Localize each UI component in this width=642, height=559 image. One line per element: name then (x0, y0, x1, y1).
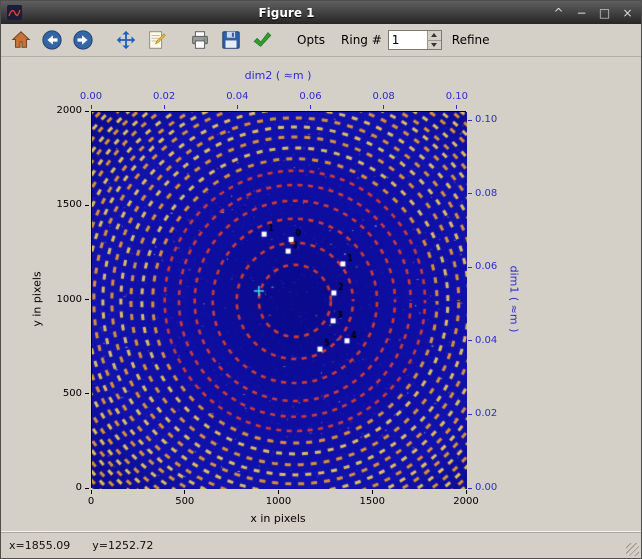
right-tick-mark (468, 340, 472, 341)
right-tick-mark (468, 267, 472, 268)
edit-parameters-button[interactable] (143, 27, 170, 54)
pan-move-icon (115, 29, 137, 51)
plot-canvas[interactable] (92, 112, 467, 489)
x-tick-label: 2000 (446, 496, 486, 507)
right-tick-label: 0.06 (475, 261, 509, 272)
right-tick-label: 0.00 (475, 482, 509, 493)
y-tick-label: 2000 (35, 105, 82, 116)
y-tick-label: 1000 (35, 294, 82, 305)
x-tick-mark (278, 490, 279, 494)
maximize-button[interactable]: □ (597, 4, 612, 22)
top-tick-mark (91, 105, 92, 109)
spinbox-arrows (427, 31, 441, 49)
spin-up-button[interactable] (428, 31, 441, 40)
top-tick-mark (164, 105, 165, 109)
back-arrow-icon (41, 29, 63, 51)
x-axis-label: x in pixels (250, 512, 305, 525)
floppy-save-icon (220, 29, 242, 51)
top-tick-label: 0.10 (437, 91, 477, 102)
top-tick-label: 0.04 (217, 91, 257, 102)
window-title: Figure 1 (28, 6, 545, 20)
x-tick-mark (91, 490, 92, 494)
y-tick-mark (85, 393, 89, 394)
top-tick-label: 0.06 (291, 91, 331, 102)
y-tick-mark (85, 111, 89, 112)
minimize-button[interactable]: − (574, 4, 589, 22)
plot-axes (91, 111, 466, 488)
y-tick-mark (85, 205, 89, 206)
ring-number-input[interactable] (389, 31, 427, 49)
top-tick-mark (383, 105, 384, 109)
y-tick-label: 0 (35, 482, 82, 493)
green-check-icon (251, 29, 273, 51)
x-tick-label: 500 (165, 496, 205, 507)
right-tick-label: 0.04 (475, 335, 509, 346)
refine-button[interactable]: Refine (446, 33, 496, 47)
ring-number-label: Ring # (335, 33, 384, 47)
right-axis-label: dim1 ( ≈m ) (508, 266, 521, 333)
x-tick-label: 0 (71, 496, 111, 507)
right-tick-mark (468, 193, 472, 194)
right-tick-mark (468, 488, 472, 489)
top-tick-label: 0.00 (71, 91, 111, 102)
matplotlib-app-icon (7, 5, 22, 20)
save-button[interactable] (217, 27, 244, 54)
window-controls: ^ − □ × (551, 4, 635, 22)
right-tick-label: 0.02 (475, 408, 509, 419)
y-tick-mark (85, 299, 89, 300)
pan-button[interactable] (112, 27, 139, 54)
cursor-x-readout: x=1855.09 (9, 539, 70, 552)
apply-button[interactable] (248, 27, 275, 54)
x-tick-mark (466, 490, 467, 494)
opts-button[interactable]: Opts (291, 33, 331, 47)
back-button[interactable] (38, 27, 65, 54)
top-tick-mark (310, 105, 311, 109)
right-tick-mark (468, 414, 472, 415)
forward-arrow-icon (72, 29, 94, 51)
home-icon (10, 29, 32, 51)
right-tick-label: 0.10 (475, 114, 509, 125)
y-tick-label: 500 (35, 388, 82, 399)
spin-up-icon (431, 33, 437, 37)
x-tick-mark (184, 490, 185, 494)
ring-number-spinbox (388, 30, 442, 50)
x-tick-mark (372, 490, 373, 494)
top-axis-label: dim2 ( ≈m ) (245, 69, 312, 82)
top-tick-label: 0.08 (364, 91, 404, 102)
x-tick-label: 1500 (352, 496, 392, 507)
y-tick-label: 1500 (35, 199, 82, 210)
top-tick-label: 0.02 (144, 91, 184, 102)
right-tick-mark (468, 120, 472, 121)
top-tick-mark (237, 105, 238, 109)
print-button[interactable] (186, 27, 213, 54)
x-tick-label: 1000 (259, 496, 299, 507)
status-bar: x=1855.09 y=1252.72 (1, 531, 641, 558)
printer-icon (189, 29, 211, 51)
forward-button[interactable] (69, 27, 96, 54)
spin-down-button[interactable] (428, 40, 441, 50)
close-button[interactable]: × (620, 4, 635, 22)
title-bar[interactable]: Figure 1 ^ − □ × (1, 1, 641, 24)
shade-window-button[interactable]: ^ (551, 4, 566, 22)
resize-grip[interactable] (626, 543, 639, 556)
figure-window: Figure 1 ^ − □ × (0, 0, 642, 559)
edit-note-icon (146, 29, 168, 51)
toolbar: Opts Ring # Refine (1, 24, 641, 57)
home-button[interactable] (7, 27, 34, 54)
cursor-y-readout: y=1252.72 (92, 539, 153, 552)
figure-canvas-area: x in pixels y in pixels dim2 ( ≈m ) dim1… (1, 57, 641, 531)
spin-down-icon (431, 43, 437, 47)
top-tick-mark (456, 105, 457, 109)
right-tick-label: 0.08 (475, 188, 509, 199)
y-tick-mark (85, 488, 89, 489)
